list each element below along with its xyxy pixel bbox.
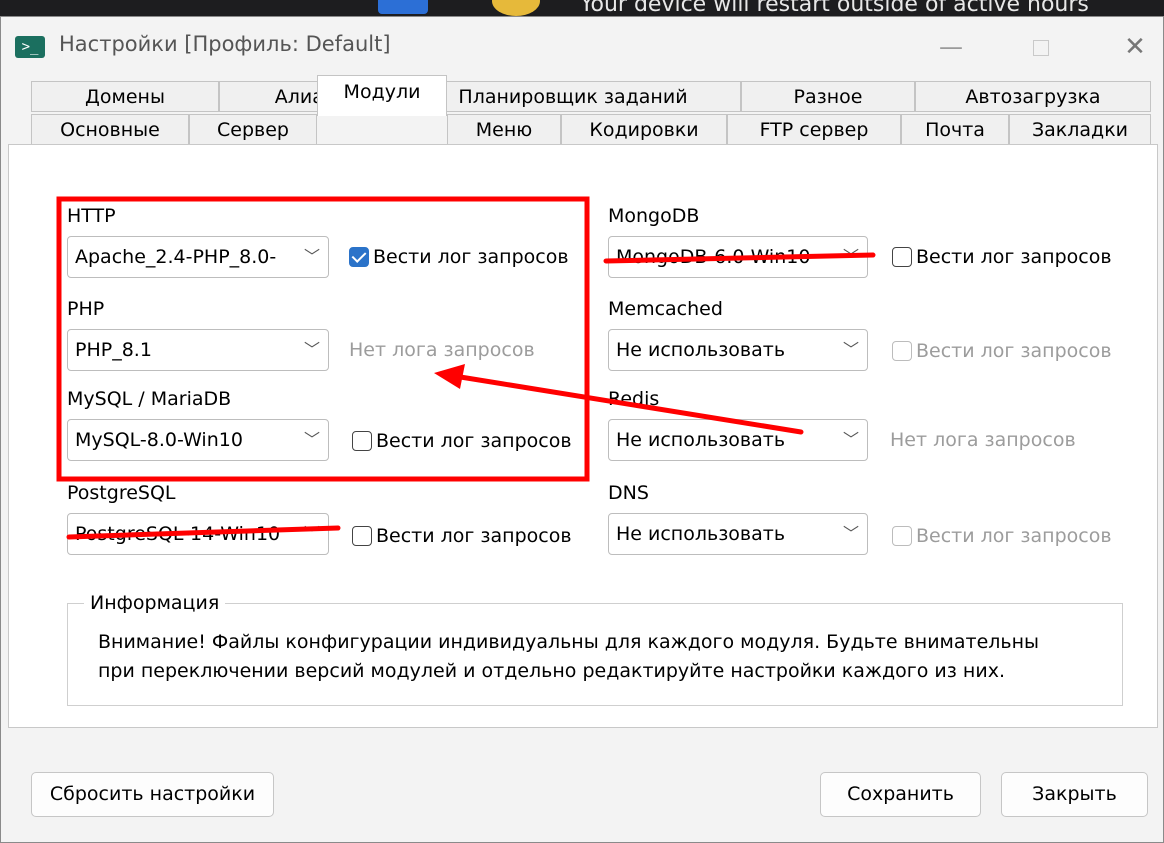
- info-line-1: Внимание! Файлы конфигурации индивидуаль…: [98, 631, 1040, 653]
- chevron-down-icon: ﹀: [303, 340, 320, 359]
- checkbox-checked-icon: [349, 247, 369, 267]
- tab-domains[interactable]: Домены: [31, 81, 219, 112]
- save-button[interactable]: Сохранить: [820, 772, 981, 817]
- minimize-button[interactable]: —: [929, 29, 973, 65]
- dns-label: DNS: [608, 482, 649, 504]
- window-title: Настройки [Профиль: Default]: [59, 32, 391, 56]
- tab-scheduler[interactable]: Планировщик заданий: [405, 81, 741, 112]
- checkbox-unchecked-icon: [892, 247, 912, 267]
- chevron-down-icon: ﹀: [842, 247, 859, 266]
- tab-bar: Домены Алиасы Планировщик заданий Разное…: [31, 75, 1151, 145]
- checkbox-disabled-icon: [892, 341, 912, 361]
- mongodb-label: MongoDB: [608, 205, 700, 227]
- info-line-2: при переключении версий модулей и отдель…: [98, 660, 1005, 682]
- tab-ftp-server[interactable]: FTP сервер: [727, 114, 901, 145]
- mysql-log-label: Вести лог запросов: [376, 430, 572, 452]
- postgresql-log-label: Вести лог запросов: [376, 525, 572, 547]
- dns-select[interactable]: Не использовать ﹀: [608, 513, 868, 555]
- tab-autostart[interactable]: Автозагрузка: [915, 81, 1151, 112]
- http-select-value: Apache_2.4-PHP_8.0-: [75, 246, 277, 268]
- mysql-label: MySQL / MariaDB: [67, 388, 232, 410]
- chevron-down-icon: ﹀: [842, 430, 859, 449]
- tab-modules[interactable]: Модули: [317, 75, 447, 116]
- dns-log-label: Вести лог запросов: [916, 525, 1112, 547]
- terminal-app-icon: >_: [15, 36, 45, 58]
- checkbox-unchecked-icon: [352, 431, 372, 451]
- php-select[interactable]: PHP_8.1 ﹀: [67, 329, 329, 371]
- dns-log-checkbox: Вести лог запросов: [892, 525, 1112, 547]
- memcached-log-label: Вести лог запросов: [916, 340, 1112, 362]
- http-select[interactable]: Apache_2.4-PHP_8.0- ﹀: [67, 236, 329, 278]
- chevron-down-icon: ﹀: [842, 524, 859, 543]
- http-log-label: Вести лог запросов: [373, 246, 569, 268]
- close-window-button[interactable]: ✕: [1113, 29, 1157, 65]
- dns-select-value: Не использовать: [616, 523, 786, 545]
- php-label: PHP: [67, 298, 105, 320]
- redis-label: Redis: [608, 388, 660, 410]
- chevron-down-icon: ﹀: [303, 247, 320, 266]
- chevron-down-icon: ﹀: [303, 430, 320, 449]
- redis-select-value: Не использовать: [616, 429, 786, 451]
- taskbar-app-icon: [378, 0, 428, 14]
- mongodb-log-label: Вести лог запросов: [916, 246, 1112, 268]
- chevron-down-icon: ﹀: [303, 524, 320, 543]
- mongodb-select[interactable]: MongoDB-6.0-Win10 ﹀: [608, 236, 868, 278]
- postgresql-label: PostgreSQL: [67, 482, 176, 504]
- maximize-button[interactable]: [1019, 29, 1063, 65]
- http-log-checkbox[interactable]: Вести лог запросов: [349, 246, 569, 268]
- mongodb-log-checkbox[interactable]: Вести лог запросов: [892, 246, 1112, 268]
- tab-general[interactable]: Основные: [31, 114, 189, 145]
- info-message: Внимание! Файлы конфигурации индивидуаль…: [98, 628, 1039, 686]
- memcached-select[interactable]: Не использовать ﹀: [608, 329, 868, 371]
- memcached-label: Memcached: [608, 298, 723, 320]
- tab-menu[interactable]: Меню: [447, 114, 561, 145]
- chevron-down-icon: ﹀: [842, 340, 859, 359]
- checkbox-unchecked-icon: [352, 526, 372, 546]
- maximize-icon: [1033, 40, 1049, 56]
- user-avatar-icon: [492, 0, 540, 16]
- title-bar: >_ Настройки [Профиль: Default] — ✕: [1, 17, 1163, 79]
- restart-notification: Your device will restart outside of acti…: [580, 0, 1089, 17]
- mysql-select-value: MySQL-8.0-Win10: [75, 429, 243, 451]
- php-no-log-text: Нет лога запросов: [349, 339, 535, 361]
- tab-misc[interactable]: Разное: [741, 81, 915, 112]
- memcached-select-value: Не использовать: [616, 339, 786, 361]
- reset-settings-button[interactable]: Сбросить настройки: [31, 772, 274, 817]
- tab-server[interactable]: Сервер: [189, 114, 317, 145]
- tab-bookmarks[interactable]: Закладки: [1009, 114, 1151, 145]
- postgresql-select[interactable]: PostgreSQL-14-Win10 ﹀: [67, 513, 329, 555]
- postgresql-select-value: PostgreSQL-14-Win10: [75, 523, 281, 545]
- mysql-log-checkbox[interactable]: Вести лог запросов: [352, 430, 572, 452]
- mysql-select[interactable]: MySQL-8.0-Win10 ﹀: [67, 419, 329, 461]
- close-button[interactable]: Закрыть: [1001, 772, 1148, 817]
- postgresql-log-checkbox[interactable]: Вести лог запросов: [352, 525, 572, 547]
- tab-mail[interactable]: Почта: [901, 114, 1009, 145]
- info-groupbox-title: Информация: [84, 592, 226, 614]
- redis-select[interactable]: Не использовать ﹀: [608, 419, 868, 461]
- php-select-value: PHP_8.1: [75, 339, 152, 361]
- tab-encodings[interactable]: Кодировки: [561, 114, 727, 145]
- checkbox-disabled-icon: [892, 526, 912, 546]
- redis-no-log-text: Нет лога запросов: [890, 429, 1076, 451]
- mongodb-select-value: MongoDB-6.0-Win10: [616, 246, 811, 268]
- memcached-log-checkbox: Вести лог запросов: [892, 340, 1112, 362]
- http-label: HTTP: [67, 205, 116, 227]
